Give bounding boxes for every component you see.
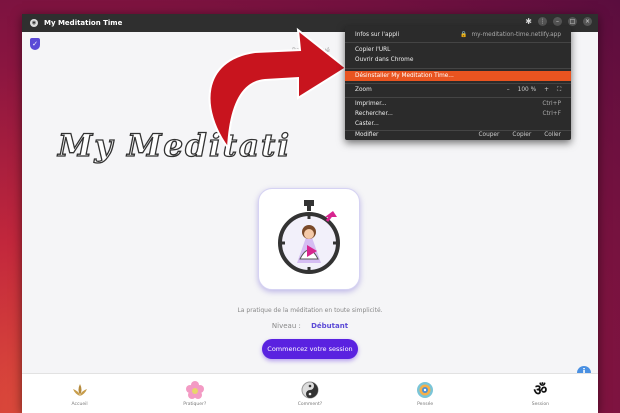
zoom-value: 100 % (517, 86, 537, 93)
edit-label: Modifier (355, 132, 379, 138)
zoom-out-button[interactable]: – (507, 87, 510, 94)
menu-item-copy-url[interactable]: Copier l'URL (345, 45, 571, 55)
start-session-button[interactable]: Commencez votre session (262, 339, 358, 359)
menu-item-uninstall[interactable]: Désinstaller My Meditation Time... (345, 71, 571, 81)
nav-label: Pratiquer? (183, 401, 207, 407)
tagline: La pratique de la méditation en toute si… (237, 307, 383, 314)
extension-icon[interactable]: ✱ (525, 17, 532, 26)
lock-icon: 🔒 (460, 32, 468, 38)
yinyang-icon (301, 381, 319, 399)
fullscreen-icon[interactable]: ⛶ (557, 87, 561, 94)
edit-buttons: Couper Copier Coller (478, 132, 561, 138)
shield-icon[interactable]: ✓ (30, 38, 40, 50)
copy-button[interactable]: Copier (512, 132, 531, 138)
menu-item-find[interactable]: Rechercher... Ctrl+F (345, 109, 571, 119)
paste-button[interactable]: Coller (544, 132, 561, 138)
stopwatch-meditator-icon (278, 200, 340, 274)
maximize-icon[interactable]: □ (568, 17, 577, 26)
lotus-icon (71, 381, 89, 399)
menu-item-edit: Modifier Couper Copier Coller (345, 130, 571, 140)
menu-item-zoom: Zoom – 100 % + ⛶ (345, 85, 571, 95)
find-label: Rechercher... (355, 111, 393, 117)
menu-button-icon[interactable]: ⋮ (538, 17, 547, 26)
meditation-app-icon (258, 188, 360, 290)
nav-item-pratiquer[interactable]: Pratiquer? (155, 380, 235, 407)
nav-label: Session (531, 401, 549, 407)
red-arrow-annotation (208, 27, 348, 150)
menu-item-open-chrome[interactable]: Ouvrir dans Chrome (345, 55, 571, 65)
nav-item-session[interactable]: ॐ Session (500, 381, 580, 407)
nav-label: Comment? (297, 401, 323, 407)
print-shortcut: Ctrl+P (542, 101, 561, 107)
menu-divider (345, 97, 571, 98)
om-icon: ॐ (533, 380, 548, 399)
cut-button[interactable]: Couper (478, 132, 499, 138)
flower-icon (185, 380, 204, 399)
level-row: Niveau : Débutant (22, 322, 598, 330)
menu-url: 🔒 my-meditation-time.netlify.app (460, 32, 561, 38)
find-shortcut: Ctrl+F (542, 111, 561, 117)
close-icon[interactable]: × (583, 17, 592, 26)
app-icon-small: ◉ (30, 19, 38, 27)
minimize-icon[interactable]: – (553, 17, 562, 26)
menu-item-cast[interactable]: Caster... (345, 119, 571, 129)
menu-divider (345, 42, 571, 43)
nav-item-accueil[interactable]: Accueil (40, 381, 120, 407)
zoom-in-button[interactable]: + (544, 87, 549, 94)
print-label: Imprimer... (355, 101, 387, 107)
level-label: Niveau : (271, 322, 301, 330)
mandala-icon (416, 381, 434, 399)
menu-divider (345, 68, 571, 69)
zoom-label: Zoom (355, 87, 372, 93)
level-value[interactable]: Débutant (311, 322, 348, 330)
app-info-label: Infos sur l'appli (355, 32, 400, 38)
browser-app-menu: Infos sur l'appli 🔒 my-meditation-time.ne… (345, 26, 571, 140)
nav-item-comment[interactable]: Comment? (270, 381, 350, 407)
window-title: My Meditation Time (44, 19, 123, 27)
menu-divider (345, 83, 571, 84)
menu-item-app-info[interactable]: Infos sur l'appli 🔒 my-meditation-time.ne… (345, 30, 571, 40)
nav-label: Accueil (71, 401, 88, 407)
titlebar-controls: ✱ ⋮ – □ × (525, 17, 592, 26)
bottom-nav: Accueil Pratiquer? Comment? Pensée ॐ Ses… (22, 373, 598, 413)
nav-item-pensee[interactable]: Pensée (385, 381, 465, 407)
zoom-controls: – 100 % + ⛶ (507, 87, 561, 94)
nav-label: Pensée (417, 401, 434, 407)
menu-item-print[interactable]: Imprimer... Ctrl+P (345, 99, 571, 109)
